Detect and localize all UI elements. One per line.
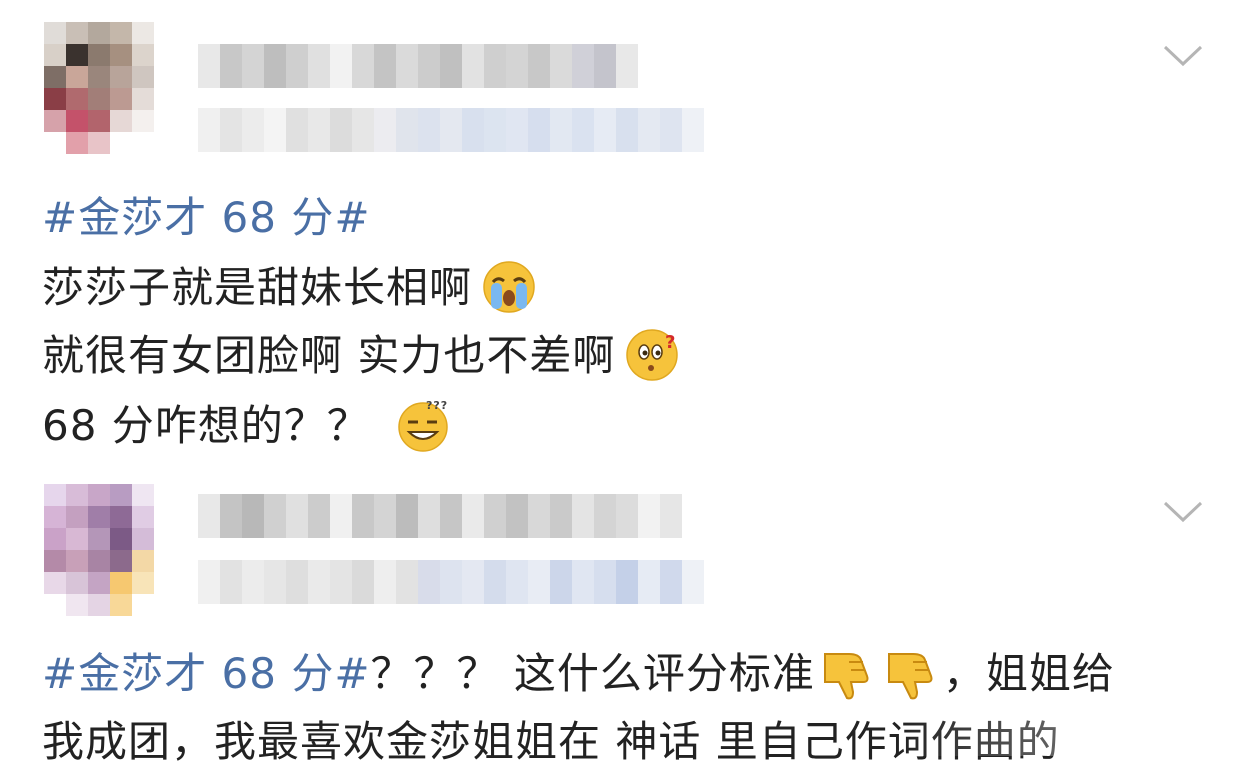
- comment-text: ？？？ 这什么评分标准: [370, 649, 815, 698]
- thumbs-down-icon: [819, 646, 875, 702]
- confused-face-icon: ?: [625, 328, 679, 382]
- hashtag-text[interactable]: #金莎才 68 分#: [42, 193, 371, 242]
- username-blurred[interactable]: [198, 494, 682, 538]
- avatar[interactable]: [44, 22, 154, 154]
- comment-line-3: 68 分咋想的？？ ???: [42, 396, 450, 456]
- post-meta-blurred: [198, 108, 704, 152]
- hashtag-text[interactable]: #金莎才 68 分#: [42, 649, 371, 698]
- hashtag-link[interactable]: #金莎才 68 分#: [42, 188, 371, 248]
- comment-text: ，姐姐给: [942, 649, 1115, 698]
- comment-line-1: 莎莎子就是甜妹长相啊: [42, 258, 536, 318]
- chevron-down-icon[interactable]: [1163, 44, 1203, 68]
- comment-line-2: 就很有女团脸啊 实力也不差啊 ?: [42, 326, 679, 386]
- svg-text:???: ???: [426, 399, 448, 412]
- avatar[interactable]: [44, 484, 154, 616]
- comment-text: 就很有女团脸啊 实力也不差啊: [42, 331, 616, 380]
- comment-text: 68 分咋想的？？: [42, 401, 370, 450]
- watermark-fade: [900, 712, 1200, 756]
- comment-line-1: #金莎才 68 分#？？？ 这什么评分标准 ，姐姐给: [42, 644, 1115, 704]
- thinking-smile-icon: ???: [396, 398, 450, 452]
- username-blurred[interactable]: [198, 44, 638, 88]
- thumbs-down-icon: [883, 646, 939, 702]
- comment-text: 莎莎子就是甜妹长相啊: [42, 263, 473, 312]
- post-meta-blurred: [198, 560, 704, 604]
- chevron-down-icon[interactable]: [1163, 500, 1203, 524]
- svg-text:?: ?: [665, 332, 676, 353]
- crying-face-icon: [482, 260, 536, 314]
